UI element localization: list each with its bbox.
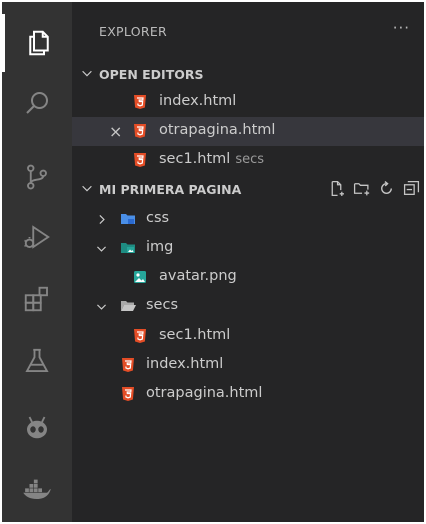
- vscode-window: EXPLORER ··· OPEN EDITORS index.html × o…: [2, 2, 424, 522]
- workspace-toolbar: [328, 180, 420, 197]
- workspace-label: MI PRIMERA PAGINA: [99, 182, 242, 197]
- open-editor-name-with-description: sec1.html secs: [159, 151, 264, 167]
- tree-item-name: sec1.html: [159, 327, 231, 343]
- refresh-icon[interactable]: [378, 180, 395, 197]
- chevron-down-icon: [97, 246, 106, 252]
- folder-open-icon: [121, 301, 136, 311]
- open-editor-name: sec1.html: [159, 151, 231, 167]
- tree-item-name: img: [146, 239, 174, 255]
- open-editor-name: otrapagina.html: [159, 122, 276, 138]
- testing-flask-icon: [25, 348, 49, 372]
- files-icon: [28, 30, 49, 56]
- search-activity-button[interactable]: [2, 74, 72, 132]
- explorer-header: EXPLORER ···: [72, 2, 424, 60]
- run-debug-icon: [24, 225, 50, 249]
- image-file-icon: [134, 271, 146, 283]
- source-control-icon: [27, 164, 47, 190]
- alien-extension-icon: [27, 416, 47, 439]
- tree-item-file[interactable]: otrapagina.html: [72, 380, 424, 409]
- image-folder-icon: [121, 243, 135, 253]
- run-debug-activity-button[interactable]: [2, 208, 72, 266]
- docker-activity-button[interactable]: [2, 460, 72, 518]
- tree-item-folder[interactable]: secs: [72, 292, 424, 321]
- tree-item-folder[interactable]: img: [72, 234, 424, 263]
- new-file-icon[interactable]: [328, 180, 345, 197]
- new-folder-icon[interactable]: [353, 180, 370, 197]
- explorer-activity-button[interactable]: [2, 14, 72, 72]
- tree-item-name: css: [146, 210, 170, 226]
- html5-icon: [134, 124, 146, 138]
- html5-icon: [134, 153, 146, 167]
- source-control-activity-button[interactable]: [2, 148, 72, 206]
- open-editors-label: OPEN EDITORS: [99, 67, 204, 82]
- collapse-all-icon[interactable]: [403, 180, 420, 197]
- close-editor-button[interactable]: ×: [109, 122, 122, 141]
- open-editor-item-active[interactable]: × otrapagina.html: [72, 117, 424, 146]
- html5-icon: [134, 95, 146, 109]
- more-actions-button[interactable]: ···: [393, 19, 410, 37]
- tree-item-file[interactable]: avatar.png: [72, 263, 424, 292]
- open-editor-item[interactable]: index.html: [72, 88, 424, 117]
- chevron-down-icon: [82, 70, 92, 77]
- testing-activity-button[interactable]: [2, 332, 72, 390]
- extensions-activity-button[interactable]: [2, 270, 72, 328]
- html5-icon: [122, 387, 134, 401]
- tree-item-name: index.html: [146, 356, 224, 372]
- tree-item-name: otrapagina.html: [146, 385, 263, 401]
- tree-item-name: avatar.png: [159, 268, 237, 284]
- docker-whale-icon: [23, 479, 51, 499]
- open-editors-section-header[interactable]: OPEN EDITORS: [72, 62, 424, 88]
- tree-item-file[interactable]: sec1.html: [72, 322, 424, 351]
- html5-icon: [134, 329, 146, 343]
- open-editor-name: index.html: [159, 93, 237, 109]
- tree-item-file[interactable]: index.html: [72, 351, 424, 380]
- alien-extension-activity-button[interactable]: [2, 398, 72, 456]
- chevron-down-icon: [82, 185, 92, 192]
- chevron-right-icon: [99, 215, 105, 224]
- tree-item-name: secs: [146, 297, 179, 313]
- workspace-section-header[interactable]: MI PRIMERA PAGINA: [72, 177, 424, 203]
- explorer-sidebar: EXPLORER ··· OPEN EDITORS index.html × o…: [72, 2, 424, 522]
- open-editor-item[interactable]: sec1.html secs: [72, 146, 424, 175]
- extensions-icon: [24, 286, 48, 312]
- chevron-down-icon: [97, 304, 106, 310]
- explorer-title: EXPLORER: [99, 24, 168, 39]
- search-icon: [26, 92, 48, 114]
- tree-item-folder[interactable]: css: [72, 205, 424, 234]
- html5-icon: [122, 358, 134, 372]
- activity-bar: [2, 2, 72, 522]
- css-folder-icon: [121, 214, 135, 224]
- open-editor-description: secs: [235, 152, 265, 167]
